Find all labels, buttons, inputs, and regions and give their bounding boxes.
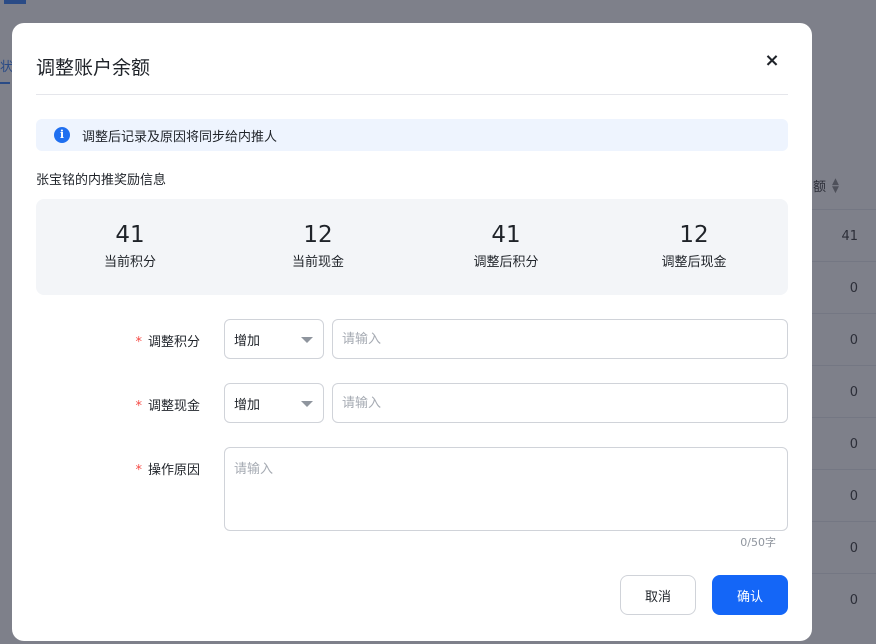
stat-label: 当前现金 <box>291 254 344 270</box>
info-icon: i <box>54 127 70 143</box>
info-notice: i 调整后记录及原因将同步给内推人 <box>36 119 788 151</box>
adjust-points-type-value: 增加 <box>234 333 261 349</box>
stat-adjusted-points: 41 调整后积分 <box>412 199 600 295</box>
dialog-title: 调整账户余额 <box>36 57 151 79</box>
chevron-down-icon <box>301 401 313 407</box>
stat-current-cash: 12 当前现金 <box>224 199 412 295</box>
stat-current-points: 41 当前积分 <box>36 199 224 295</box>
stat-label: 调整后积分 <box>473 254 539 270</box>
adjust-points-label-text: 调整积分 <box>147 335 200 350</box>
stat-label: 调整后现金 <box>661 254 727 270</box>
divider <box>36 94 788 95</box>
required-mark: * <box>135 335 142 350</box>
adjust-balance-dialog: 调整账户余额 × i 调整后记录及原因将同步给内推人 张宝铭的内推奖励信息 41… <box>12 23 812 641</box>
stat-value: 12 <box>303 221 333 248</box>
chevron-down-icon <box>301 337 313 343</box>
reason-label: * 操作原因 <box>108 459 200 478</box>
cancel-button[interactable]: 取消 <box>620 575 696 615</box>
reward-stats-panel: 41 当前积分 12 当前现金 41 调整后积分 12 调整后现金 <box>36 199 788 295</box>
adjust-cash-label-text: 调整现金 <box>147 399 200 414</box>
stat-label: 当前积分 <box>103 254 156 270</box>
close-icon[interactable]: × <box>762 51 782 71</box>
adjust-points-label: * 调整积分 <box>108 331 200 350</box>
section-title: 张宝铭的内推奖励信息 <box>36 173 167 188</box>
stat-value: 12 <box>679 221 709 248</box>
required-mark: * <box>135 463 142 478</box>
notice-text: 调整后记录及原因将同步给内推人 <box>82 129 278 145</box>
confirm-button[interactable]: 确认 <box>712 575 788 615</box>
adjust-points-input[interactable] <box>332 319 788 359</box>
character-counter: 0/50字 <box>740 536 776 549</box>
stat-value: 41 <box>115 221 145 248</box>
required-mark: * <box>135 399 142 414</box>
adjust-cash-type-select[interactable]: 增加 <box>224 383 324 423</box>
adjust-points-type-select[interactable]: 增加 <box>224 319 324 359</box>
reason-textarea[interactable] <box>224 447 788 531</box>
reason-label-text: 操作原因 <box>147 463 200 478</box>
stat-value: 41 <box>491 221 521 248</box>
adjust-cash-label: * 调整现金 <box>108 395 200 414</box>
adjust-cash-input[interactable] <box>332 383 788 423</box>
adjust-cash-type-value: 增加 <box>234 397 261 413</box>
stat-adjusted-cash: 12 调整后现金 <box>600 199 788 295</box>
